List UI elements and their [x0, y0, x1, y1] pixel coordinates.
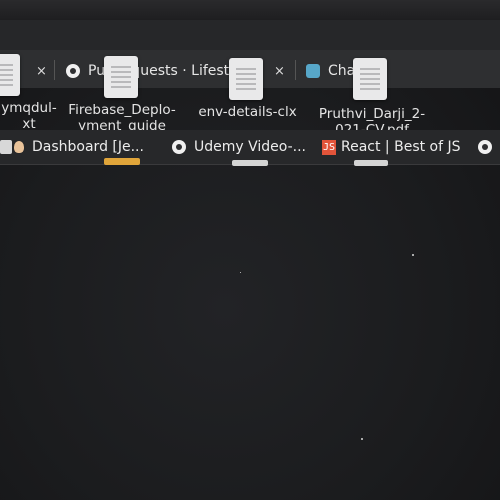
file-label: ymqdul-: [1, 100, 57, 116]
active-indicator: [104, 158, 140, 165]
bookmark-label: React | Best of JS: [341, 139, 461, 155]
file-icon[interactable]: [229, 58, 263, 100]
github-icon: [172, 140, 186, 154]
bookmark-label: Dashboard [Je...: [32, 139, 144, 155]
bookmark-icon[interactable]: [0, 140, 12, 154]
tab-pull-requests[interactable]: Pull requests · Lifest: [66, 58, 229, 84]
close-icon[interactable]: ×: [274, 64, 285, 79]
bookmark-udemy[interactable]: Udemy Video-...: [172, 136, 306, 158]
file-label: Firebase_Deplo-: [68, 102, 176, 118]
chat-icon: [306, 64, 320, 78]
tab-separator: [295, 60, 296, 80]
window-titlebar: [0, 20, 500, 50]
js-icon: JS: [322, 139, 336, 155]
github-icon: [478, 140, 492, 154]
indicator: [232, 160, 268, 166]
file-icon[interactable]: [353, 58, 387, 100]
bookmark-label: Udemy Video-...: [194, 139, 307, 155]
screen-dust: [240, 272, 241, 273]
bulb-icon: [14, 141, 24, 153]
bookmark-react[interactable]: JS React | Best of JS: [322, 136, 461, 158]
desktop-file-3[interactable]: env-details-clx: [190, 104, 305, 120]
screen-dust: [412, 254, 414, 256]
github-icon: [66, 64, 80, 78]
bookmark-overflow[interactable]: [478, 136, 500, 158]
bookmark-dashboard[interactable]: Dashboard [Je...: [14, 136, 144, 158]
indicator: [354, 160, 388, 166]
tab-separator: [54, 60, 55, 80]
file-icon[interactable]: [0, 54, 20, 96]
close-icon[interactable]: ×: [36, 64, 47, 79]
file-label: Pruthvi_Darji_2-: [318, 106, 426, 122]
tab-close-left[interactable]: ×: [30, 58, 47, 84]
tab-close-pull-requests[interactable]: ×: [268, 58, 285, 84]
desktop-file-1[interactable]: ymqdul- xt: [0, 100, 64, 132]
file-label: env-details-clx: [198, 104, 297, 120]
file-icon[interactable]: [104, 56, 138, 98]
screen-dust: [361, 438, 363, 440]
